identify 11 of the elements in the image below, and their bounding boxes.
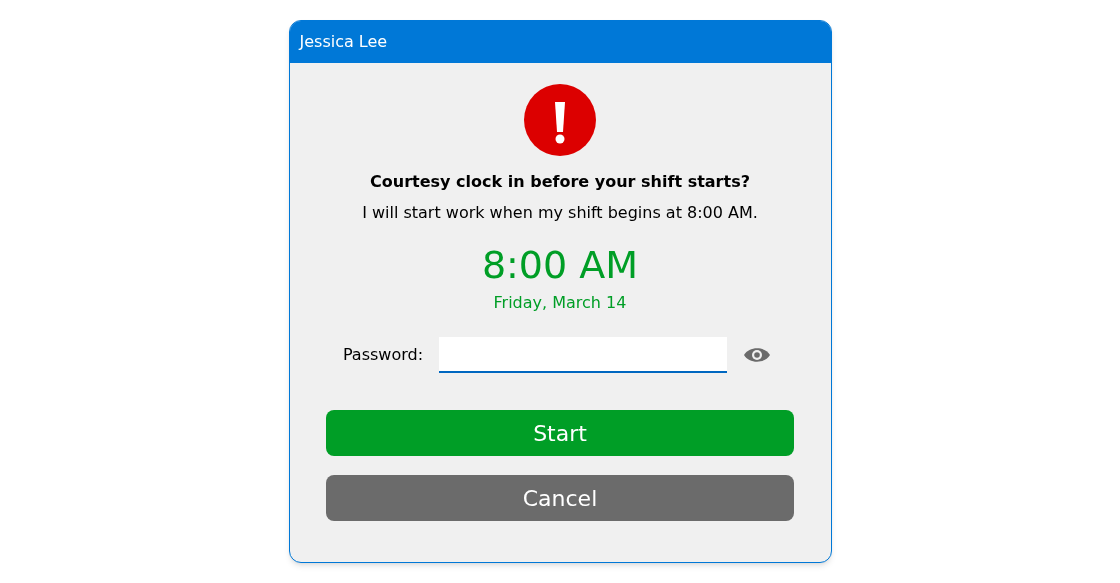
warning-icon — [524, 84, 596, 156]
cancel-button[interactable]: Cancel — [326, 475, 794, 521]
password-label: Password: — [342, 344, 424, 366]
dialog-heading: Courtesy clock in before your shift starts? — [370, 171, 750, 193]
clock-date: Friday, March 14 — [493, 292, 627, 314]
clock-time: 8:00 AM — [481, 242, 639, 289]
password-field[interactable] — [439, 337, 728, 373]
eye-icon[interactable] — [743, 345, 772, 365]
window-title: Jessica Lee — [299, 31, 388, 53]
start-button[interactable]: Start — [326, 410, 794, 456]
dialog-message: I will start work when my shift begins at 8:00 AM. — [362, 202, 758, 224]
